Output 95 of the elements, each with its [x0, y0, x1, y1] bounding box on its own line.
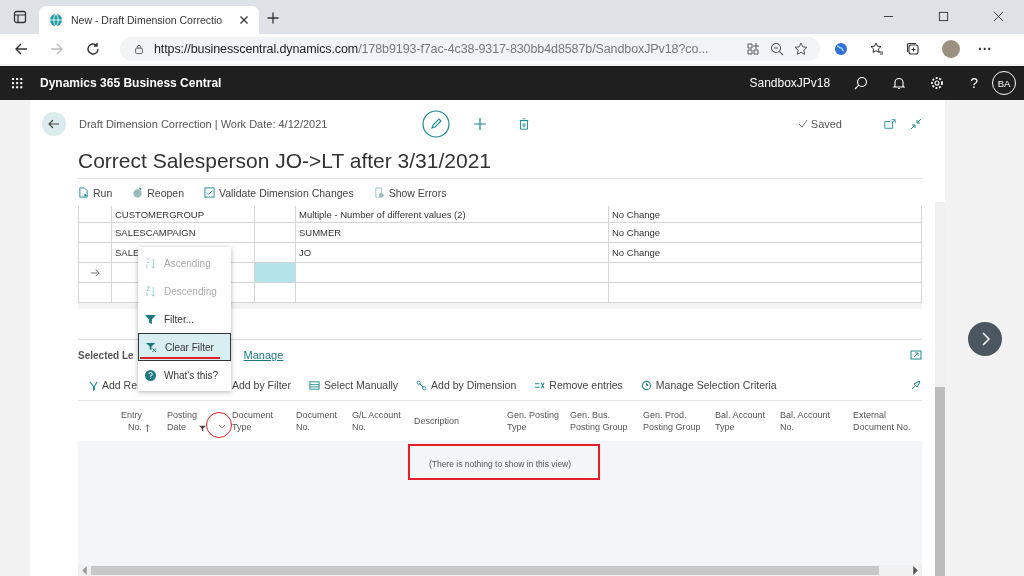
column-header[interactable]: Description	[410, 415, 503, 427]
favorites-icon[interactable]	[870, 42, 884, 56]
apps-icon[interactable]	[746, 42, 760, 56]
column-header[interactable]: Gen. Bus. Posting Group	[566, 409, 639, 433]
action-button[interactable]: Manage Selection Criteria	[640, 379, 777, 391]
tab-actions-icon[interactable]	[13, 10, 27, 24]
new-tab-icon[interactable]	[267, 12, 279, 24]
table-cell: JO	[299, 247, 312, 258]
table-cell: SALESCAMPAIGN	[115, 227, 196, 238]
saved-status: Saved	[810, 118, 842, 130]
vertical-scrollbar[interactable]	[935, 202, 945, 576]
scroll-right-icon[interactable]	[912, 566, 919, 575]
table-cell: SUMMER	[299, 227, 342, 238]
column-header[interactable]: Document No.	[292, 409, 348, 433]
trash-icon[interactable]	[518, 118, 530, 130]
sort-descending-icon	[145, 285, 156, 297]
table-cell: CUSTOMERGROUP	[115, 208, 205, 220]
column-header[interactable]: External Document No.	[849, 409, 920, 433]
expand-icon[interactable]	[910, 349, 922, 361]
back-arrow-icon[interactable]	[14, 42, 28, 56]
validate-icon	[204, 187, 216, 198]
globe-icon[interactable]	[834, 42, 848, 56]
filter-add-icon	[88, 379, 99, 391]
browser-tab[interactable]: New - Draft Dimension Correctio	[39, 6, 259, 34]
breadcrumb: Draft Dimension Correction | Work Date: 4/12/2021	[79, 118, 329, 130]
remove-icon	[534, 379, 546, 391]
more-button[interactable]: ···	[978, 41, 992, 57]
action-button[interactable]: Remove entries	[534, 379, 623, 391]
collections-icon[interactable]	[906, 42, 920, 56]
app-launcher-icon[interactable]	[12, 77, 23, 89]
edit-button[interactable]	[422, 110, 450, 138]
zoom-out-icon[interactable]	[770, 42, 784, 56]
column-header[interactable]: G/L Account No.	[348, 409, 410, 433]
globe-icon	[49, 13, 63, 27]
column-header[interactable]: Gen. Prod. Posting Group	[639, 409, 711, 433]
dimension-icon	[416, 379, 428, 391]
menu-item[interactable]: Clear Filter	[138, 333, 231, 361]
plus-icon[interactable]	[474, 118, 486, 130]
errors-icon	[373, 187, 385, 198]
sort-ascending-icon	[145, 257, 156, 269]
document-icon	[78, 187, 89, 198]
dropdown-caret-icon[interactable]	[218, 424, 227, 429]
clear-filter-icon	[146, 341, 157, 353]
action-button[interactable]: Validate Dimension Changes	[204, 186, 354, 199]
table-cell[interactable]	[255, 263, 296, 282]
back-button[interactable]	[42, 112, 66, 136]
table-cell: SALE	[115, 247, 140, 258]
action-button[interactable]: Run	[78, 186, 113, 199]
table-cell: Multiple - Number of different values (2)	[299, 208, 466, 220]
reopen-icon	[132, 187, 144, 198]
arrow-icon	[90, 267, 100, 278]
table-cell: No Change	[612, 247, 661, 258]
lock-icon	[134, 44, 144, 54]
maximize-icon[interactable]	[938, 11, 949, 22]
column-header[interactable]: Document Type	[228, 409, 292, 433]
next-button[interactable]	[967, 322, 1002, 356]
table-cell: No Change	[612, 208, 661, 220]
filter-icon	[145, 313, 156, 325]
list-icon	[308, 379, 320, 391]
profile-avatar[interactable]	[942, 40, 960, 58]
action-button[interactable]: Select Manually	[308, 379, 399, 391]
pin-icon[interactable]	[910, 379, 922, 391]
environment-name[interactable]: SandboxJPv18	[749, 76, 831, 90]
scroll-left-icon[interactable]	[81, 566, 88, 575]
star-icon[interactable]	[794, 42, 808, 56]
section-title: Selected Le	[78, 349, 134, 361]
settings-icon[interactable]	[930, 76, 945, 90]
column-header[interactable]: Bal. Account Type	[711, 409, 776, 433]
search-icon[interactable]	[854, 76, 869, 90]
bell-icon[interactable]	[892, 76, 907, 90]
open-in-window-icon[interactable]	[884, 118, 896, 130]
action-button[interactable]: Reopen	[132, 186, 185, 199]
history-icon	[640, 379, 652, 391]
horizontal-scrollbar[interactable]	[78, 565, 922, 576]
page-title: Correct Salesperson JO->LT after 3/31/2021	[78, 148, 493, 174]
help-icon	[145, 369, 156, 381]
action-button[interactable]: Show Errors	[373, 186, 447, 199]
app-title: Dynamics 365 Business Central	[40, 76, 222, 90]
action-button[interactable]: Add by Filter	[232, 379, 291, 391]
manage-link[interactable]: Manage	[243, 349, 284, 361]
close-icon[interactable]	[993, 11, 1004, 22]
empty-list-message: (There is nothing to show in this view)	[428, 459, 572, 471]
column-header[interactable]: Entry No.	[78, 409, 163, 433]
table-cell: No Change	[612, 227, 661, 238]
check-icon	[797, 119, 808, 129]
refresh-icon[interactable]	[86, 42, 100, 56]
collapse-icon[interactable]	[910, 118, 922, 130]
column-header[interactable]: Posting Date	[163, 409, 228, 433]
address-field[interactable]: https://businesscentral.dynamics.com/178b9193-f7ac-4c38-9317-830bb4d8587b/SandboxJPv18?co...	[120, 37, 820, 61]
column-header[interactable]: Bal. Account No.	[776, 409, 849, 433]
action-button[interactable]: Add by Dimension	[416, 379, 517, 391]
close-icon[interactable]	[239, 15, 249, 25]
column-header[interactable]: Gen. Posting Type	[503, 409, 566, 433]
menu-item[interactable]: Filter...	[138, 305, 231, 333]
help-button[interactable]: ?	[970, 75, 978, 91]
